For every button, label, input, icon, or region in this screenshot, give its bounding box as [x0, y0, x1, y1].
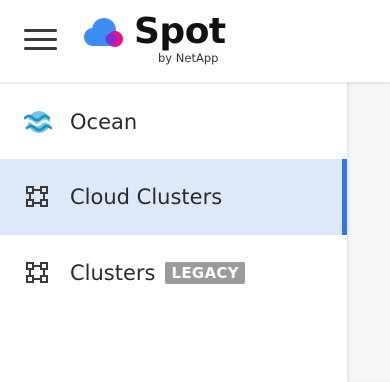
sidebar-item-label: Cloud Clusters	[70, 185, 223, 209]
legacy-badge: LEGACY	[165, 262, 245, 284]
sidebar-item-label: Clusters	[70, 261, 156, 285]
cluster-nodes-icon	[24, 261, 52, 285]
hamburger-menu-icon[interactable]	[24, 26, 58, 52]
main-content-area	[347, 82, 390, 382]
sidebar-item-label-wrap: Clusters LEGACY	[70, 259, 245, 287]
sidebar-item-clusters[interactable]: Clusters LEGACY	[0, 235, 347, 311]
cluster-nodes-icon	[24, 185, 52, 209]
sidebar-item-cloud-clusters[interactable]: Cloud Clusters	[0, 159, 347, 235]
spot-logo[interactable]: Spot by NetApp	[82, 12, 232, 68]
ocean-waves-icon	[23, 110, 53, 134]
top-header: Spot by NetApp	[0, 0, 390, 82]
sidebar-item-label: Ocean	[70, 110, 138, 134]
brand-tagline: by NetApp	[158, 51, 219, 65]
brand-name: Spot	[134, 11, 226, 52]
sidebar-item-ocean[interactable]: Ocean	[0, 84, 347, 160]
active-indicator	[342, 159, 347, 235]
spot-cloud-icon	[84, 18, 123, 47]
navigation-panel: Ocean Cloud Clusters Clusters LEGACY	[0, 82, 347, 382]
